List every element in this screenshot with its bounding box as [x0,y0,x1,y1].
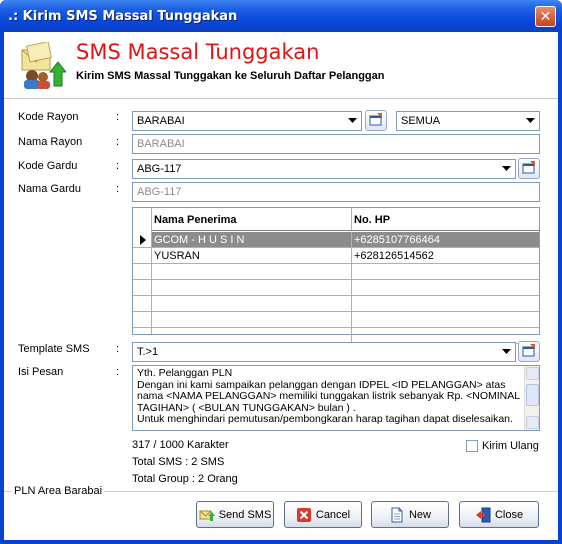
page-title: SMS Massal Tunggakan [76,40,320,64]
send-sms-icon [199,507,215,523]
scroll-thumb[interactable] [526,384,539,406]
group-label: PLN Area Barabai [12,485,105,497]
total-sms: Total SMS : 2 SMS [132,456,225,468]
cancel-label: Cancel [315,508,351,521]
isi-pesan-label: Isi Pesan [18,366,64,378]
isi-pesan-colon: : [116,366,120,378]
close-button[interactable]: Close [459,501,539,528]
app-window: .: Kirim SMS Massal Tunggakan ✕ SMS Mass… [0,0,562,544]
current-row-arrow-icon [140,235,146,245]
kode-rayon-colon: : [116,111,120,123]
scroll-down-icon[interactable] [526,416,539,429]
kirim-ulang-label: Kirim Ulang [482,440,539,452]
row-indicator[interactable] [133,280,152,296]
kode-rayon-lookup-button[interactable] [365,110,387,131]
new-label: New [408,508,431,521]
cell-no-hp[interactable] [352,280,539,296]
column-header-nama[interactable]: Nama Penerima [152,208,352,231]
nama-gardu-field[interactable]: ABG-117 [132,182,540,202]
close-label: Close [494,508,524,521]
character-count: 317 / 1000 Karakter [132,439,229,451]
row-indicator[interactable] [133,312,152,328]
table-row-empty[interactable] [152,280,539,296]
lookup-icon [522,160,536,177]
new-document-icon [389,507,405,523]
window-title: .: Kirim SMS Massal Tunggakan [8,9,238,24]
sms-send-icon [18,41,68,90]
row-indicator[interactable] [133,232,152,248]
cell-nama-penerima[interactable]: YUSRAN [152,248,352,264]
header-divider [4,98,558,99]
checkbox-box[interactable] [466,440,478,452]
template-sms-label: Template SMS [18,343,90,355]
row-indicator[interactable] [133,296,152,312]
message-line: Dengan ini kami sampaikan pelanggan deng… [137,378,523,414]
chevron-down-icon[interactable] [522,113,538,129]
row-indicator[interactable] [133,264,152,280]
chevron-down-icon[interactable] [498,161,514,177]
nama-gardu-colon: : [116,183,120,195]
cell-nama-penerima[interactable] [152,264,352,280]
cell-no-hp[interactable] [352,296,539,312]
template-sms-lookup-button[interactable] [518,341,540,362]
cancel-icon [296,507,312,523]
nama-rayon-field[interactable]: BARABAI [132,134,540,154]
cell-no-hp[interactable] [352,312,539,328]
cell-nama-penerima[interactable] [152,296,352,312]
rayon-filter-value: SEMUA [401,115,441,127]
cell-no-hp[interactable]: +628126514562 [352,248,539,264]
send-sms-button[interactable]: Send SMS [196,501,274,528]
table-row[interactable]: GCOM - H U S I N +6285107766464 [152,232,539,248]
chevron-down-icon[interactable] [498,344,514,360]
new-button[interactable]: New [371,501,449,528]
cell-nama-penerima[interactable]: GCOM - H U S I N [152,232,352,248]
scroll-up-icon[interactable] [526,367,539,380]
send-sms-label: Send SMS [218,508,272,521]
nama-gardu-label: Nama Gardu [18,183,81,195]
page-subtitle: Kirim SMS Massal Tunggakan ke Seluruh Da… [76,70,385,82]
message-scrollbar[interactable] [524,366,539,430]
chevron-down-icon[interactable] [344,113,360,129]
cell-no-hp[interactable]: +6285107766464 [352,232,539,248]
lookup-icon [522,343,536,360]
lookup-icon [369,112,383,129]
message-line: Untuk menghindari pemutusan/pembongkaran… [137,413,513,426]
cell-no-hp[interactable] [352,264,539,280]
column-header-hp[interactable]: No. HP [352,208,540,231]
recipient-grid[interactable]: Nama Penerima No. HP GCOM - H U S I N +62… [132,207,540,344]
title-bar[interactable]: .: Kirim SMS Massal Tunggakan ✕ [0,0,562,32]
isi-pesan-textarea[interactable]: Yth. Pelanggan PLN Dengan ini kami sampa… [132,365,540,431]
table-row-empty[interactable] [152,264,539,280]
kode-gardu-select[interactable]: ABG-117 [132,159,516,179]
window-close-button[interactable]: ✕ [535,6,556,27]
kode-gardu-value: ABG-117 [137,163,182,175]
table-row[interactable]: YUSRAN +628126514562 [152,248,539,264]
cancel-button[interactable]: Cancel [284,501,362,528]
rayon-filter-select[interactable]: SEMUA [396,111,540,131]
row-indicator[interactable] [133,248,152,264]
table-row-empty[interactable] [152,312,539,328]
kode-rayon-value: BARABAI [137,115,185,127]
kode-rayon-select[interactable]: BARABAI [132,111,362,131]
template-sms-select[interactable]: T.>1 [132,342,516,362]
recipient-grid-body: Nama Penerima No. HP GCOM - H U S I N +62… [133,208,540,344]
total-group: Total Group : 2 Orang [132,473,238,485]
dialog-body: SMS Massal Tunggakan Kirim SMS Massal Tu… [4,32,558,540]
nama-rayon-label: Nama Rayon [18,136,83,148]
kirim-ulang-checkbox[interactable]: Kirim Ulang [466,440,539,452]
exit-door-icon [475,507,491,523]
template-sms-colon: : [116,343,120,355]
cell-nama-penerima[interactable] [152,312,352,328]
table-row-empty[interactable] [152,296,539,312]
message-line: Yth. Pelanggan PLN [137,367,233,379]
kode-gardu-label: Kode Gardu [18,160,78,172]
kode-rayon-label: Kode Rayon [18,111,79,123]
cell-nama-penerima[interactable] [152,280,352,296]
kode-gardu-colon: : [116,160,120,172]
template-sms-value: T.>1 [137,346,159,358]
kode-gardu-lookup-button[interactable] [518,158,540,179]
nama-rayon-colon: : [116,136,120,148]
